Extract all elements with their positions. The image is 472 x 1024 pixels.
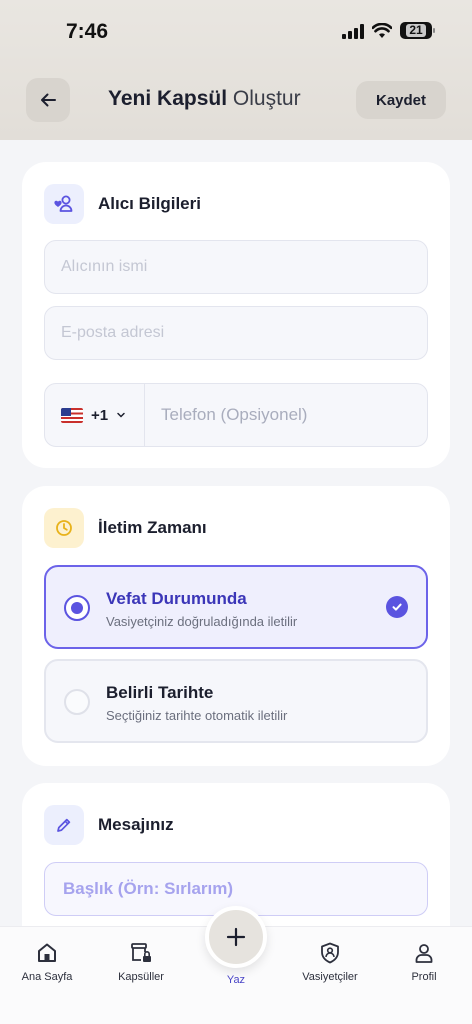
status-bar: 7:46 21 — [0, 0, 472, 62]
clock-icon — [56, 520, 72, 536]
nav-item-wills[interactable]: Vasiyetçiler — [290, 941, 370, 983]
write-fab-button[interactable] — [205, 906, 267, 968]
plus-icon — [226, 927, 246, 947]
page-title-bold: Yeni Kapsül — [108, 87, 228, 110]
option-on-death-title: Vefat Durumunda — [106, 589, 247, 608]
email-field — [44, 306, 428, 360]
recipient-title: Alıcı Bilgileri — [98, 194, 201, 213]
message-icon-box — [44, 805, 84, 845]
email-input[interactable] — [45, 307, 427, 359]
nav-label-write: Yaz — [226, 974, 246, 986]
message-title: Mesajınız — [98, 815, 174, 834]
page-title-light: Oluştur — [232, 87, 301, 110]
chevron-down-icon — [117, 412, 125, 418]
recipient-name-field — [44, 240, 428, 294]
nav-label-capsules: Kapsüller — [118, 971, 164, 983]
arrow-left-icon — [41, 93, 56, 107]
country-code-select[interactable]: +1 — [45, 384, 145, 446]
nav-label-home: Ana Sayfa — [21, 971, 73, 983]
shield-user-icon — [321, 942, 339, 964]
user-icon — [415, 944, 433, 963]
status-time: 7:46 — [66, 20, 109, 43]
back-button[interactable] — [26, 78, 70, 122]
check-circle-icon — [386, 596, 408, 618]
recipient-card-header: Alıcı Bilgileri — [44, 184, 201, 224]
delivery-title: İletim Zamanı — [98, 518, 207, 537]
phone-input[interactable] — [145, 384, 427, 446]
nav-item-home[interactable]: Ana Sayfa — [7, 941, 87, 983]
us-flag-icon — [61, 407, 83, 423]
wifi-icon — [372, 22, 392, 38]
option-specific-date-subtitle: Seçtiğiniz tarihte otomatik iletilir — [106, 708, 288, 723]
pencil-icon — [57, 818, 71, 832]
message-card-header: Mesajınız — [44, 805, 174, 845]
recipient-name-input[interactable] — [45, 241, 427, 293]
save-button[interactable]: Kaydet — [356, 81, 446, 119]
delivery-card-header: İletim Zamanı — [44, 508, 207, 548]
option-on-death-subtitle: Vasiyetçiniz doğruladığında iletilir — [106, 614, 298, 629]
delivery-card: İletim Zamanı Vefat Durumunda Vasiyetçin… — [22, 486, 450, 766]
signal-icon — [342, 23, 364, 39]
user-heart-icon — [54, 195, 73, 212]
battery-icon: 21 — [400, 22, 435, 39]
nav-item-capsules[interactable]: Kapsüller — [101, 941, 181, 983]
home-icon — [38, 943, 56, 962]
page-title: Yeni Kapsül Oluştur — [108, 87, 301, 111]
nav-label-profile: Profil — [411, 971, 437, 983]
status-icons: 21 — [342, 22, 435, 39]
nav-label-wills: Vasiyetçiler — [302, 971, 358, 983]
radio-specific-date[interactable] — [64, 689, 90, 715]
content-sheet: Alıcı Bilgileri +1 — [0, 140, 472, 1024]
nav-item-profile[interactable]: Profil — [384, 941, 464, 983]
radio-on-death[interactable] — [64, 595, 90, 621]
battery-level: 21 — [406, 24, 426, 37]
recipient-icon-box — [44, 184, 84, 224]
option-on-death[interactable]: Vefat Durumunda Vasiyetçiniz doğruladığı… — [44, 565, 428, 649]
phone-field: +1 — [44, 383, 428, 447]
recipient-card: Alıcı Bilgileri +1 — [22, 162, 450, 468]
delivery-icon-box — [44, 508, 84, 548]
country-code: +1 — [91, 406, 109, 424]
option-specific-date-title: Belirli Tarihte — [106, 683, 214, 702]
capsule-lock-icon — [131, 943, 151, 962]
option-specific-date[interactable]: Belirli Tarihte Seçtiğiniz tarihte otoma… — [44, 659, 428, 743]
header: Yeni Kapsül Oluştur Kaydet — [26, 78, 446, 122]
